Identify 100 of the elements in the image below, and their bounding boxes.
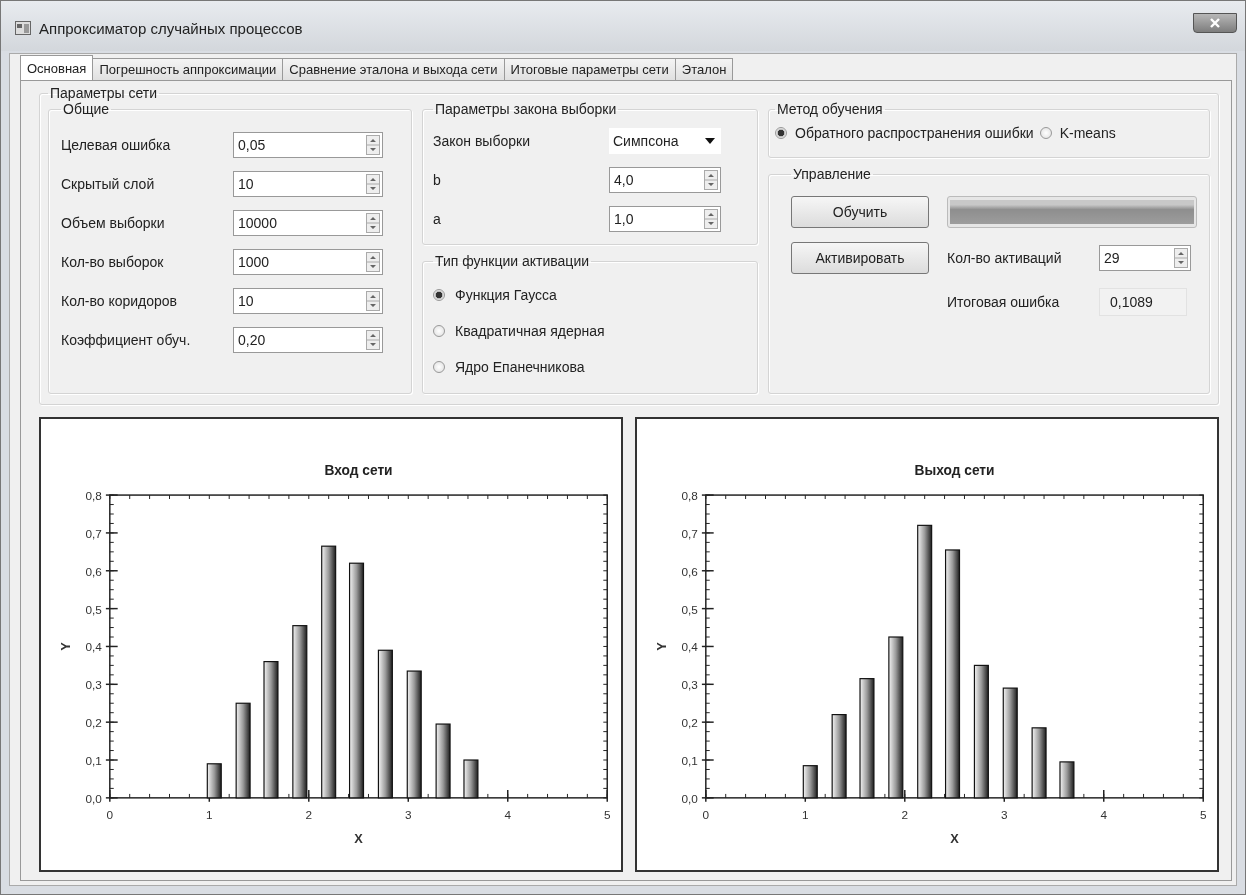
radio-button[interactable] (433, 289, 445, 301)
tick-label: 4 (504, 808, 512, 822)
readonly-field: 0,1089 (1099, 288, 1187, 316)
bar (1031, 727, 1047, 799)
radio-button[interactable] (775, 127, 787, 139)
tick-label: 0 (702, 808, 710, 822)
spinner-icon (1174, 248, 1188, 268)
tick-label: 4 (1100, 808, 1108, 822)
tick-label: 0,3 (681, 678, 698, 692)
tick-label: 3 (1001, 808, 1008, 822)
close-icon (1209, 18, 1221, 28)
tick-label: 3 (405, 808, 412, 822)
numeric-field[interactable]: 10 (233, 170, 383, 197)
numeric-field[interactable]: 10 (233, 287, 383, 314)
field-label: Итоговая ошибка (947, 294, 1061, 310)
numeric-field[interactable]: 1,0 (609, 205, 721, 232)
numeric-field[interactable]: 10000 (233, 209, 383, 236)
group-title: Метод обучения (776, 101, 884, 117)
tick-label: 0,8 (85, 489, 102, 502)
group-title: Параметры закона выборки (434, 101, 618, 117)
field-label: Кол-во активаций (947, 250, 1063, 266)
field-label: a (433, 210, 442, 227)
field-label: Скрытый слой (61, 175, 156, 192)
train-button[interactable]: Обучить (791, 196, 929, 228)
spinner-icon (366, 251, 380, 272)
group-title: Тип функции активации (434, 253, 591, 269)
radio-button[interactable] (433, 361, 445, 373)
tick-label: 0,6 (85, 564, 102, 578)
tick-label: 0,1 (85, 753, 102, 767)
radio-option[interactable]: Квадратичная ядерная (433, 313, 747, 349)
tick-label: 0,0 (85, 791, 102, 805)
radio-option[interactable]: Обратного распространения ошибки (775, 119, 1034, 147)
bar (802, 765, 818, 799)
numeric-field[interactable]: 0,20 (233, 326, 383, 353)
bar (463, 759, 479, 799)
chart-title: Выход сети (914, 463, 995, 479)
field-label: Объем выборки (61, 214, 166, 231)
radio-option[interactable]: Ядро Епанечникова (433, 349, 747, 385)
radio-button[interactable] (433, 325, 445, 337)
field-label: b (433, 171, 442, 188)
spinner-icon (366, 212, 380, 233)
tick-label: 5 (603, 808, 611, 822)
tick-label: 0,6 (681, 564, 698, 578)
tab[interactable]: Основная (20, 55, 94, 80)
tick-label: 0,2 (681, 716, 698, 730)
axis-label: Y (58, 642, 74, 651)
tick-label: 1 (206, 808, 213, 822)
spinner-icon (366, 329, 380, 350)
axis-label: Y (654, 642, 670, 651)
tab[interactable]: Сравнение эталона и выхода сети (282, 58, 505, 80)
field-label: Коэффициент обуч. (61, 331, 192, 348)
axis-label: X (354, 831, 363, 847)
window-title: Аппроксиматор случайных процессов (39, 19, 304, 37)
activate-button[interactable]: Активировать (791, 242, 929, 274)
bar (1059, 761, 1075, 799)
dropdown[interactable]: Симпсона (609, 127, 721, 154)
field-label: Целевая ошибка (61, 136, 172, 153)
tick-label: 0,4 (85, 640, 102, 654)
tick-label: 0,4 (681, 640, 698, 654)
tick-label: 0,3 (85, 678, 102, 692)
spinner-icon (704, 208, 718, 229)
radio-option[interactable]: K-means (1039, 119, 1116, 147)
chart-title: Вход сети (324, 463, 393, 479)
tab[interactable]: Эталон (674, 58, 734, 80)
caret-icon (705, 137, 715, 144)
tick-label: 0,2 (85, 716, 102, 730)
bar (206, 763, 222, 799)
tick-label: 2 (901, 808, 909, 822)
group-title: Параметры сети (49, 85, 159, 101)
tick-label: 0,5 (681, 602, 698, 616)
tick-label: 0,5 (85, 602, 102, 616)
tick-label: 2 (305, 808, 313, 822)
spinner-icon (366, 290, 380, 311)
tick-label: 0,1 (681, 753, 698, 767)
numeric-field[interactable]: 1000 (233, 248, 383, 275)
numeric-field[interactable]: 0,05 (233, 131, 383, 158)
spinner-icon (704, 169, 718, 190)
tick-label: 1 (802, 808, 809, 822)
axis-label: X (950, 831, 959, 847)
tick-label: 0,0 (681, 791, 698, 805)
tick-label: 0,7 (681, 526, 698, 540)
spinner-icon (366, 173, 380, 194)
group-title: Общие (62, 101, 111, 117)
field-label: Кол-во выборок (61, 253, 165, 270)
spinner-icon (366, 134, 380, 155)
radio-button[interactable] (1039, 127, 1052, 139)
tick-label: 0,8 (681, 489, 698, 502)
app-icon (15, 21, 31, 35)
close-button[interactable] (1193, 13, 1237, 33)
tick-label: 0 (106, 808, 114, 822)
tab[interactable]: Итоговые параметры сети (503, 58, 676, 80)
tick-label: 0,7 (85, 526, 102, 540)
numeric-field[interactable]: 4,0 (609, 166, 721, 193)
tab[interactable]: Погрешность аппроксимации (92, 58, 284, 80)
field-label: Закон выборки (433, 132, 531, 149)
field-label: Кол-во коридоров (61, 292, 179, 309)
tick-label: 5 (1199, 808, 1207, 822)
group-title: Управление (792, 166, 872, 182)
numeric-field[interactable]: 29 (1099, 245, 1191, 271)
radio-option[interactable]: Функция Гаусса (433, 277, 747, 313)
